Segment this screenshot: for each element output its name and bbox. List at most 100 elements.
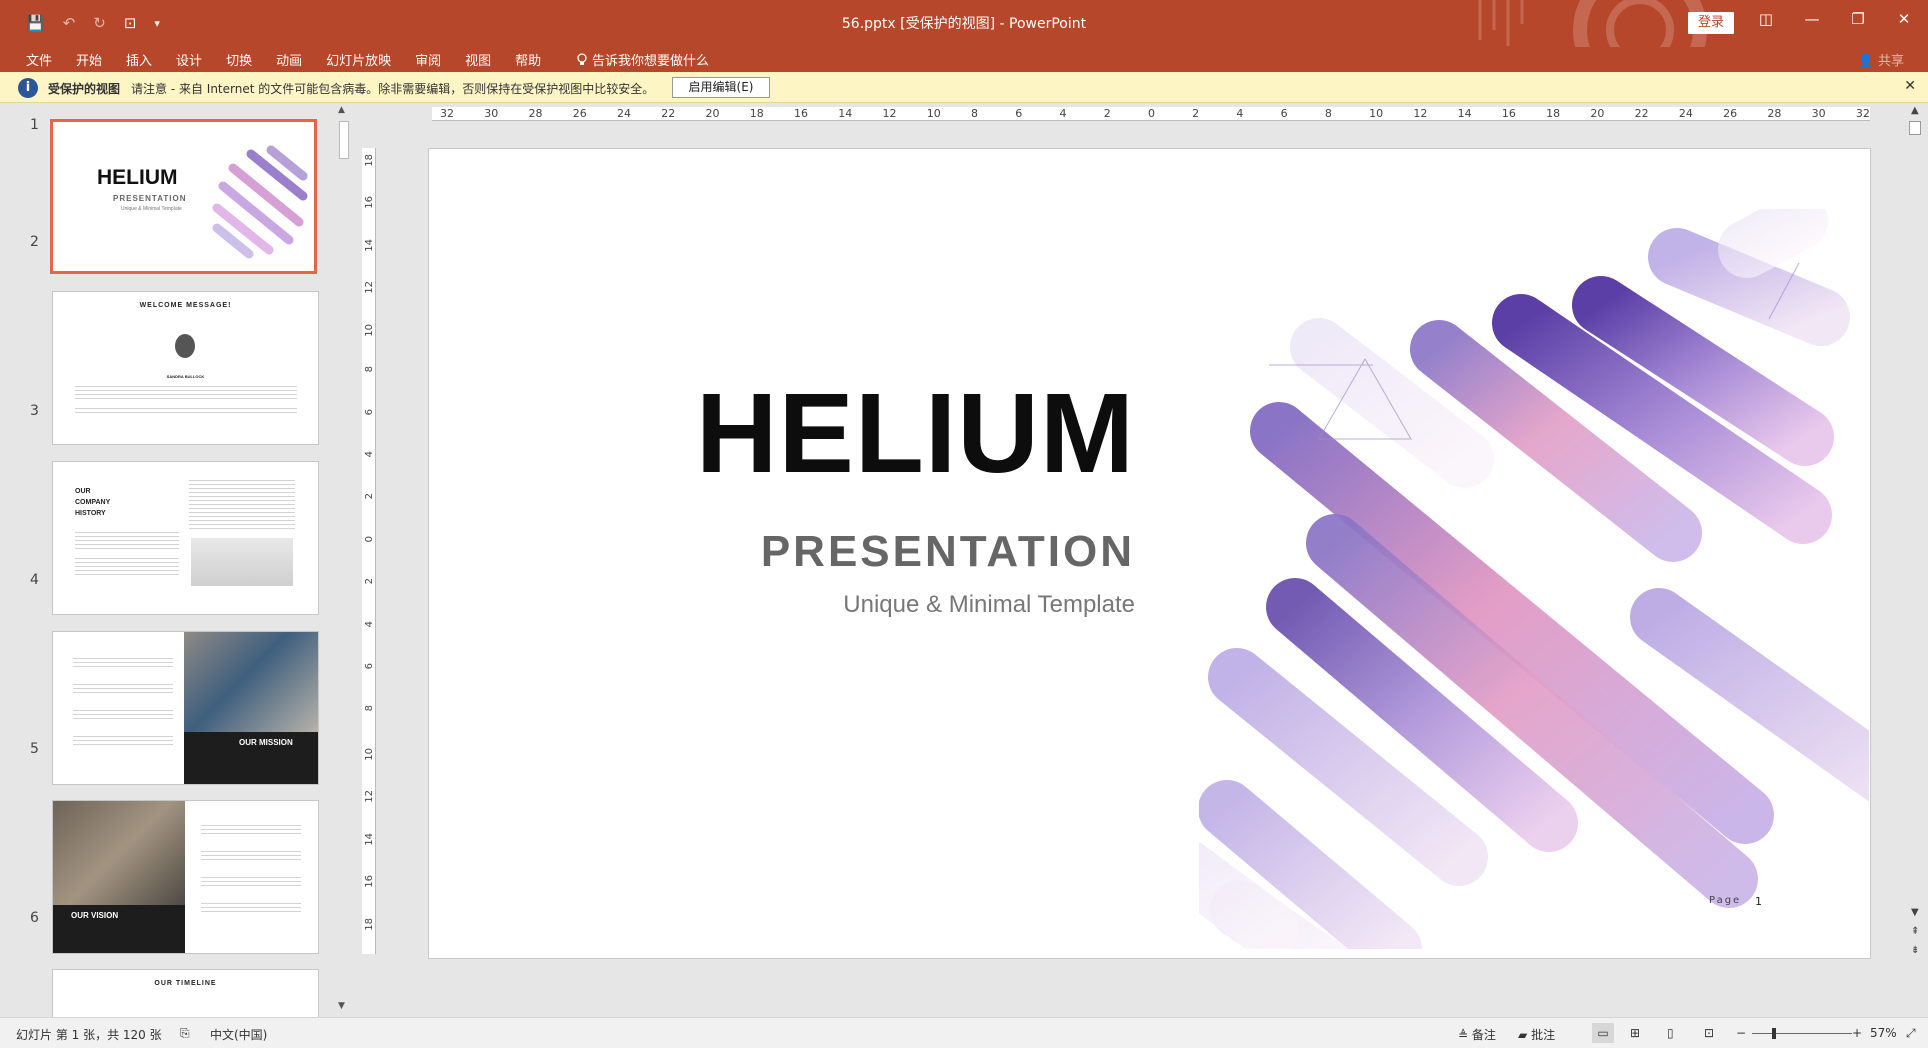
slide-tagline[interactable]: Unique & Minimal Template <box>669 591 1135 619</box>
comments-button[interactable]: ▰ 批注 <box>1518 1026 1555 1043</box>
zoom-out-button[interactable]: − <box>1736 1026 1746 1040</box>
tell-me-search[interactable]: 告诉我你想要做什么 <box>576 50 709 69</box>
ribbon-tabs: 文件 开始 插入 设计 切换 动画 幻灯片放映 审阅 视图 帮助 <box>26 50 565 69</box>
tab-home[interactable]: 开始 <box>76 50 102 69</box>
ruler-tick-label: 2 <box>1192 107 1200 120</box>
tab-view[interactable]: 视图 <box>465 50 491 69</box>
thumbnail-slide-3[interactable]: OUR COMPANY HISTORY <box>52 461 319 615</box>
info-shield-icon: i <box>18 78 38 98</box>
notes-button[interactable]: ≜ 备注 <box>1458 1026 1496 1043</box>
slide-scrollbar[interactable]: ▲ ▼ ⇞ ⇟ <box>1906 103 1926 1017</box>
ribbon-display-options-icon[interactable]: ◫ <box>1751 10 1781 28</box>
thumb-team-photo <box>184 632 318 732</box>
tab-transitions[interactable]: 切换 <box>226 50 252 69</box>
thumbnails-scrollbar[interactable]: ▲ ▼ <box>336 103 352 1017</box>
ruler-tick-label: 14 <box>364 832 375 846</box>
ruler-tick-label: 16 <box>1501 107 1516 120</box>
minimize-button[interactable]: — <box>1797 10 1827 28</box>
tab-review[interactable]: 审阅 <box>415 50 441 69</box>
thumb-fog-image <box>191 538 293 586</box>
normal-view-icon[interactable]: ▭ <box>1592 1023 1614 1043</box>
thumb-body-text <box>75 532 179 552</box>
tab-help[interactable]: 帮助 <box>515 50 541 69</box>
thumbnail-number: 1 <box>30 117 39 133</box>
slideshow-view-icon[interactable]: ⊡ <box>1704 1026 1714 1040</box>
thumb-title: WELCOME MESSAGE! <box>139 302 232 309</box>
ruler-tick-label: 8 <box>364 366 375 373</box>
restore-button[interactable]: ❐ <box>1843 10 1873 28</box>
tab-design[interactable]: 设计 <box>176 50 202 69</box>
ruler-tick-label: 4 <box>1059 107 1067 120</box>
thumb-body-text <box>73 684 173 696</box>
slide-subtitle[interactable]: PRESENTATION <box>669 527 1135 577</box>
thumb-body-text <box>75 386 297 400</box>
thumbnail-number: 2 <box>30 234 39 250</box>
language-indicator[interactable]: 中文(中国) <box>210 1026 267 1043</box>
login-button[interactable]: 登录 <box>1688 12 1734 34</box>
share-label: 共享 <box>1877 54 1904 69</box>
zoom-level[interactable]: 57% <box>1870 1026 1897 1040</box>
tell-me-label: 告诉我你想要做什么 <box>592 54 710 69</box>
ruler-tick-label: 6 <box>1280 107 1288 120</box>
next-slide-icon[interactable]: ⇟ <box>1911 945 1919 956</box>
ruler-tick-label: 8 <box>970 107 978 120</box>
previous-slide-icon[interactable]: ⇞ <box>1911 926 1919 937</box>
tab-slideshow[interactable]: 幻灯片放映 <box>326 50 391 69</box>
avatar-image <box>175 334 195 358</box>
close-message-bar-icon[interactable]: ✕ <box>1904 78 1916 94</box>
ruler-tick-label: 12 <box>1413 107 1428 120</box>
slide-sorter-icon[interactable]: ⊞ <box>1630 1026 1640 1040</box>
protected-view-message: 请注意 - 来自 Internet 的文件可能包含病毒。除非需要编辑，否则保持在… <box>131 82 655 96</box>
ruler-tick-label: 4 <box>364 450 375 458</box>
thumbnail-number: 3 <box>30 403 39 419</box>
thumb-tagline: Unique & Minimal Template <box>121 206 182 212</box>
thumbnail-slide-4[interactable]: OUR MISSION <box>52 631 319 785</box>
tab-file[interactable]: 文件 <box>26 50 52 69</box>
ruler-tick-label: 22 <box>661 107 676 120</box>
zoom-in-button[interactable]: + <box>1852 1026 1862 1040</box>
slide-title[interactable]: HELIUM <box>669 377 1135 490</box>
close-window-button[interactable]: ✕ <box>1889 10 1919 28</box>
slide-scroll-thumb[interactable] <box>1909 121 1921 135</box>
ruler-tick-label: 0 <box>1147 107 1155 120</box>
reading-view-icon[interactable]: ▯ <box>1667 1026 1674 1040</box>
scroll-up-icon[interactable]: ▲ <box>338 105 345 115</box>
thumbnails-scroll-thumb[interactable] <box>339 121 349 159</box>
ruler-tick-label: 18 <box>1546 107 1561 120</box>
spell-check-icon[interactable]: ⎘ <box>180 1026 190 1041</box>
ruler-tick-label: 28 <box>1767 107 1782 120</box>
tab-animations[interactable]: 动画 <box>276 50 302 69</box>
ruler-tick-label: 10 <box>364 747 375 761</box>
ruler-tick-label: 14 <box>364 238 375 252</box>
thumb-body-text <box>201 825 301 837</box>
scroll-up-icon[interactable]: ▲ <box>1911 105 1919 116</box>
window-title: 56.pptx [受保护的视图] - PowerPoint <box>841 16 1087 32</box>
ruler-tick-label: 20 <box>705 107 720 120</box>
thumbnail-slide-2[interactable]: WELCOME MESSAGE! SANDRA BULLOCK <box>52 291 319 445</box>
fit-to-window-icon[interactable]: ⤢ <box>1906 1026 1916 1041</box>
thumbnail-slide-6[interactable]: OUR TIMELINE <box>52 969 319 1017</box>
thumb-body-text <box>73 736 173 748</box>
ruler-tick-label: 4 <box>1236 107 1244 120</box>
scroll-down-icon[interactable]: ▼ <box>338 1001 345 1011</box>
lightbulb-icon <box>577 52 587 65</box>
double-exposure-stripes-image[interactable] <box>1199 209 1869 949</box>
thumb-people-photo <box>53 801 185 905</box>
thumb-title-line: OUR <box>75 488 91 495</box>
enable-editing-button[interactable]: 启用编辑(E) <box>672 77 770 98</box>
protected-view-bar: i 受保护的视图 请注意 - 来自 Internet 的文件可能包含病毒。除非需… <box>0 72 1928 103</box>
share-button[interactable]: 👤 共享 <box>1858 50 1904 69</box>
thumbnail-slide-5[interactable]: OUR VISION <box>52 800 319 954</box>
ruler-tick-label: 16 <box>364 875 375 888</box>
zoom-slider-handle[interactable] <box>1772 1028 1776 1039</box>
thumb-title: OUR MISSION <box>239 738 293 747</box>
ruler-tick-label: 14 <box>838 107 853 120</box>
zoom-slider[interactable] <box>1752 1033 1852 1034</box>
tab-insert[interactable]: 插入 <box>126 50 152 69</box>
ruler-tick-label: 8 <box>364 705 375 712</box>
thumb-body-text <box>189 480 295 530</box>
comments-label: 批注 <box>1531 1028 1556 1042</box>
current-slide[interactable]: HELIUM PRESENTATION Unique & Minimal Tem… <box>428 148 1871 959</box>
scroll-down-icon[interactable]: ▼ <box>1911 907 1919 918</box>
thumbnail-slide-1[interactable]: HELIUM PRESENTATION Unique & Minimal Tem… <box>50 119 317 274</box>
